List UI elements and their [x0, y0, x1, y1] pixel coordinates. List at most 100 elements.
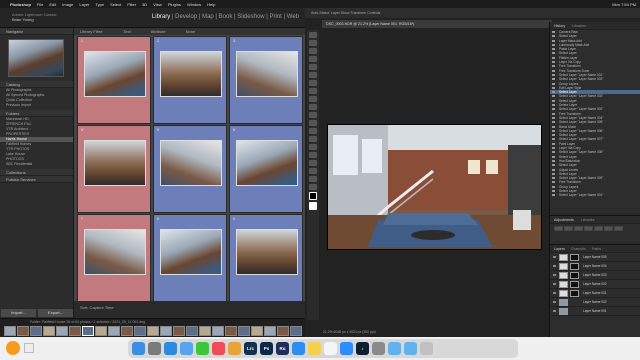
filmstrip-thumb[interactable]	[251, 326, 263, 336]
dock-app-app-store-icon[interactable]	[292, 342, 305, 355]
grid-cell[interactable]: 5	[153, 125, 227, 213]
tab-channels[interactable]: Channels	[571, 247, 586, 251]
hand-tool-icon[interactable]	[309, 176, 317, 182]
publish-services-header[interactable]: Publish Services	[0, 176, 73, 183]
foreground-color-swatch[interactable]	[309, 192, 317, 200]
grid-cell[interactable]: 4	[77, 125, 151, 213]
visibility-eye-icon[interactable]	[553, 283, 556, 285]
filmstrip-thumb[interactable]	[173, 326, 185, 336]
layer-row[interactable]: Layer Name 001	[550, 289, 640, 298]
menu-image[interactable]: Image	[62, 2, 73, 7]
navigator-header[interactable]: Navigator	[0, 28, 73, 35]
tab-libraries[interactable]: Libraries	[572, 24, 586, 28]
photo-thumbnail[interactable]	[84, 229, 146, 275]
navigator-preview[interactable]	[8, 39, 64, 77]
filmstrip-thumb[interactable]	[108, 326, 120, 336]
dock-app-music-icon[interactable]	[212, 342, 225, 355]
photo-thumbnail[interactable]	[160, 229, 222, 275]
filmstrip-thumb[interactable]	[238, 326, 250, 336]
module-map[interactable]: Map	[202, 14, 214, 20]
filmstrip-thumb[interactable]	[56, 326, 68, 336]
filmstrip-thumb[interactable]	[264, 326, 276, 336]
grid-cell[interactable]: 9	[229, 214, 303, 302]
visibility-eye-icon[interactable]	[553, 310, 556, 312]
filmstrip-thumb[interactable]	[30, 326, 42, 336]
layer-row[interactable]: Layer Name 005	[550, 253, 640, 262]
filmstrip-thumb[interactable]	[43, 326, 55, 336]
photo-thumbnail[interactable]	[236, 140, 298, 186]
path-select-tool-icon[interactable]	[309, 160, 317, 166]
menu-edit[interactable]: Edit	[49, 2, 56, 7]
zoom-tool-icon[interactable]	[309, 184, 317, 190]
folder-item[interactable]: ABC Residential	[0, 162, 73, 167]
filmstrip-thumb[interactable]	[160, 326, 172, 336]
crop-tool-icon[interactable]	[309, 64, 317, 70]
dock-app-photoshop-icon[interactable]: Ps	[260, 342, 273, 355]
eyedropper-tool-icon[interactable]	[309, 72, 317, 78]
exposure-icon[interactable]	[584, 226, 593, 231]
tab-libraries-2[interactable]: Libraries	[581, 218, 595, 222]
options-bar[interactable]: Auto-Select: Layer Show Transform Contro…	[305, 8, 640, 18]
sort-control[interactable]: Sort: Capture Time	[80, 305, 114, 310]
photo-thumbnail[interactable]	[236, 229, 298, 275]
tab-adjustments[interactable]: Adjustments	[554, 218, 574, 222]
tab-layers[interactable]: Layers	[554, 247, 565, 251]
photo-thumbnail[interactable]	[84, 51, 146, 97]
folders-header[interactable]: Folders	[0, 110, 73, 117]
visibility-eye-icon[interactable]	[553, 265, 556, 267]
history-state[interactable]: Select Layer "Layer Name 001"	[550, 193, 640, 197]
type-tool-icon[interactable]	[309, 152, 317, 158]
filmstrip-thumb[interactable]	[199, 326, 211, 336]
color-balance-icon[interactable]	[614, 226, 623, 231]
filmstrip-thumb[interactable]	[225, 326, 237, 336]
import-button[interactable]: Import...	[1, 309, 36, 317]
menu-select[interactable]: Select	[110, 2, 121, 7]
module-develop[interactable]: Develop	[175, 14, 197, 20]
dock-app-mail-icon[interactable]	[180, 342, 193, 355]
eraser-tool-icon[interactable]	[309, 112, 317, 118]
grid-cell[interactable]: 8	[153, 214, 227, 302]
move-tool-icon[interactable]	[309, 32, 317, 38]
collections-header[interactable]: Collections	[0, 169, 73, 176]
notification-icon[interactable]	[6, 341, 20, 355]
document-photo[interactable]	[327, 124, 542, 250]
healing-tool-icon[interactable]	[309, 80, 317, 86]
tab-history[interactable]: History	[554, 24, 565, 28]
layer-row[interactable]: Layer Name 002	[550, 280, 640, 289]
dock-app-notes-icon[interactable]	[308, 342, 321, 355]
filmstrip-thumb[interactable]	[212, 326, 224, 336]
stamp-tool-icon[interactable]	[309, 96, 317, 102]
document-icon[interactable]	[24, 343, 34, 353]
layer-row[interactable]: Layer Name 003	[550, 271, 640, 280]
layer-row[interactable]: Layer Name 001	[550, 307, 640, 316]
dock-app-amazon-music-icon[interactable]: ♪	[356, 342, 369, 355]
menu-help[interactable]: Help	[207, 2, 215, 7]
brightness-contrast-icon[interactable]	[554, 226, 563, 231]
photo-thumbnail[interactable]	[236, 51, 298, 97]
catalog-header[interactable]: Catalog	[0, 81, 73, 88]
menu-window[interactable]: Window	[187, 2, 201, 7]
blur-tool-icon[interactable]	[309, 128, 317, 134]
grid-cell[interactable]: 6	[229, 125, 303, 213]
filmstrip-thumb[interactable]	[121, 326, 133, 336]
dock-app-safari-icon[interactable]	[164, 342, 177, 355]
grid-cell[interactable]: 2	[153, 36, 227, 124]
grid-cell[interactable]: 3	[229, 36, 303, 124]
filter-text[interactable]: Text	[123, 29, 130, 34]
visibility-eye-icon[interactable]	[553, 301, 556, 303]
shape-tool-icon[interactable]	[309, 168, 317, 174]
dock-app-photos-icon[interactable]	[228, 342, 241, 355]
menu-view[interactable]: View	[153, 2, 162, 7]
dock-app-settings-icon[interactable]	[372, 342, 385, 355]
filmstrip-thumb[interactable]	[134, 326, 146, 336]
dock-app-rush-icon[interactable]: Ru	[276, 342, 289, 355]
filter-none[interactable]: None	[186, 29, 196, 34]
marquee-tool-icon[interactable]	[309, 40, 317, 46]
filmstrip-thumb[interactable]	[290, 326, 302, 336]
levels-icon[interactable]	[564, 226, 573, 231]
background-color-swatch[interactable]	[309, 202, 317, 210]
pen-tool-icon[interactable]	[309, 144, 317, 150]
menu-type[interactable]: Type	[95, 2, 104, 7]
menu-file[interactable]: File	[37, 2, 43, 7]
brush-tool-icon[interactable]	[309, 88, 317, 94]
